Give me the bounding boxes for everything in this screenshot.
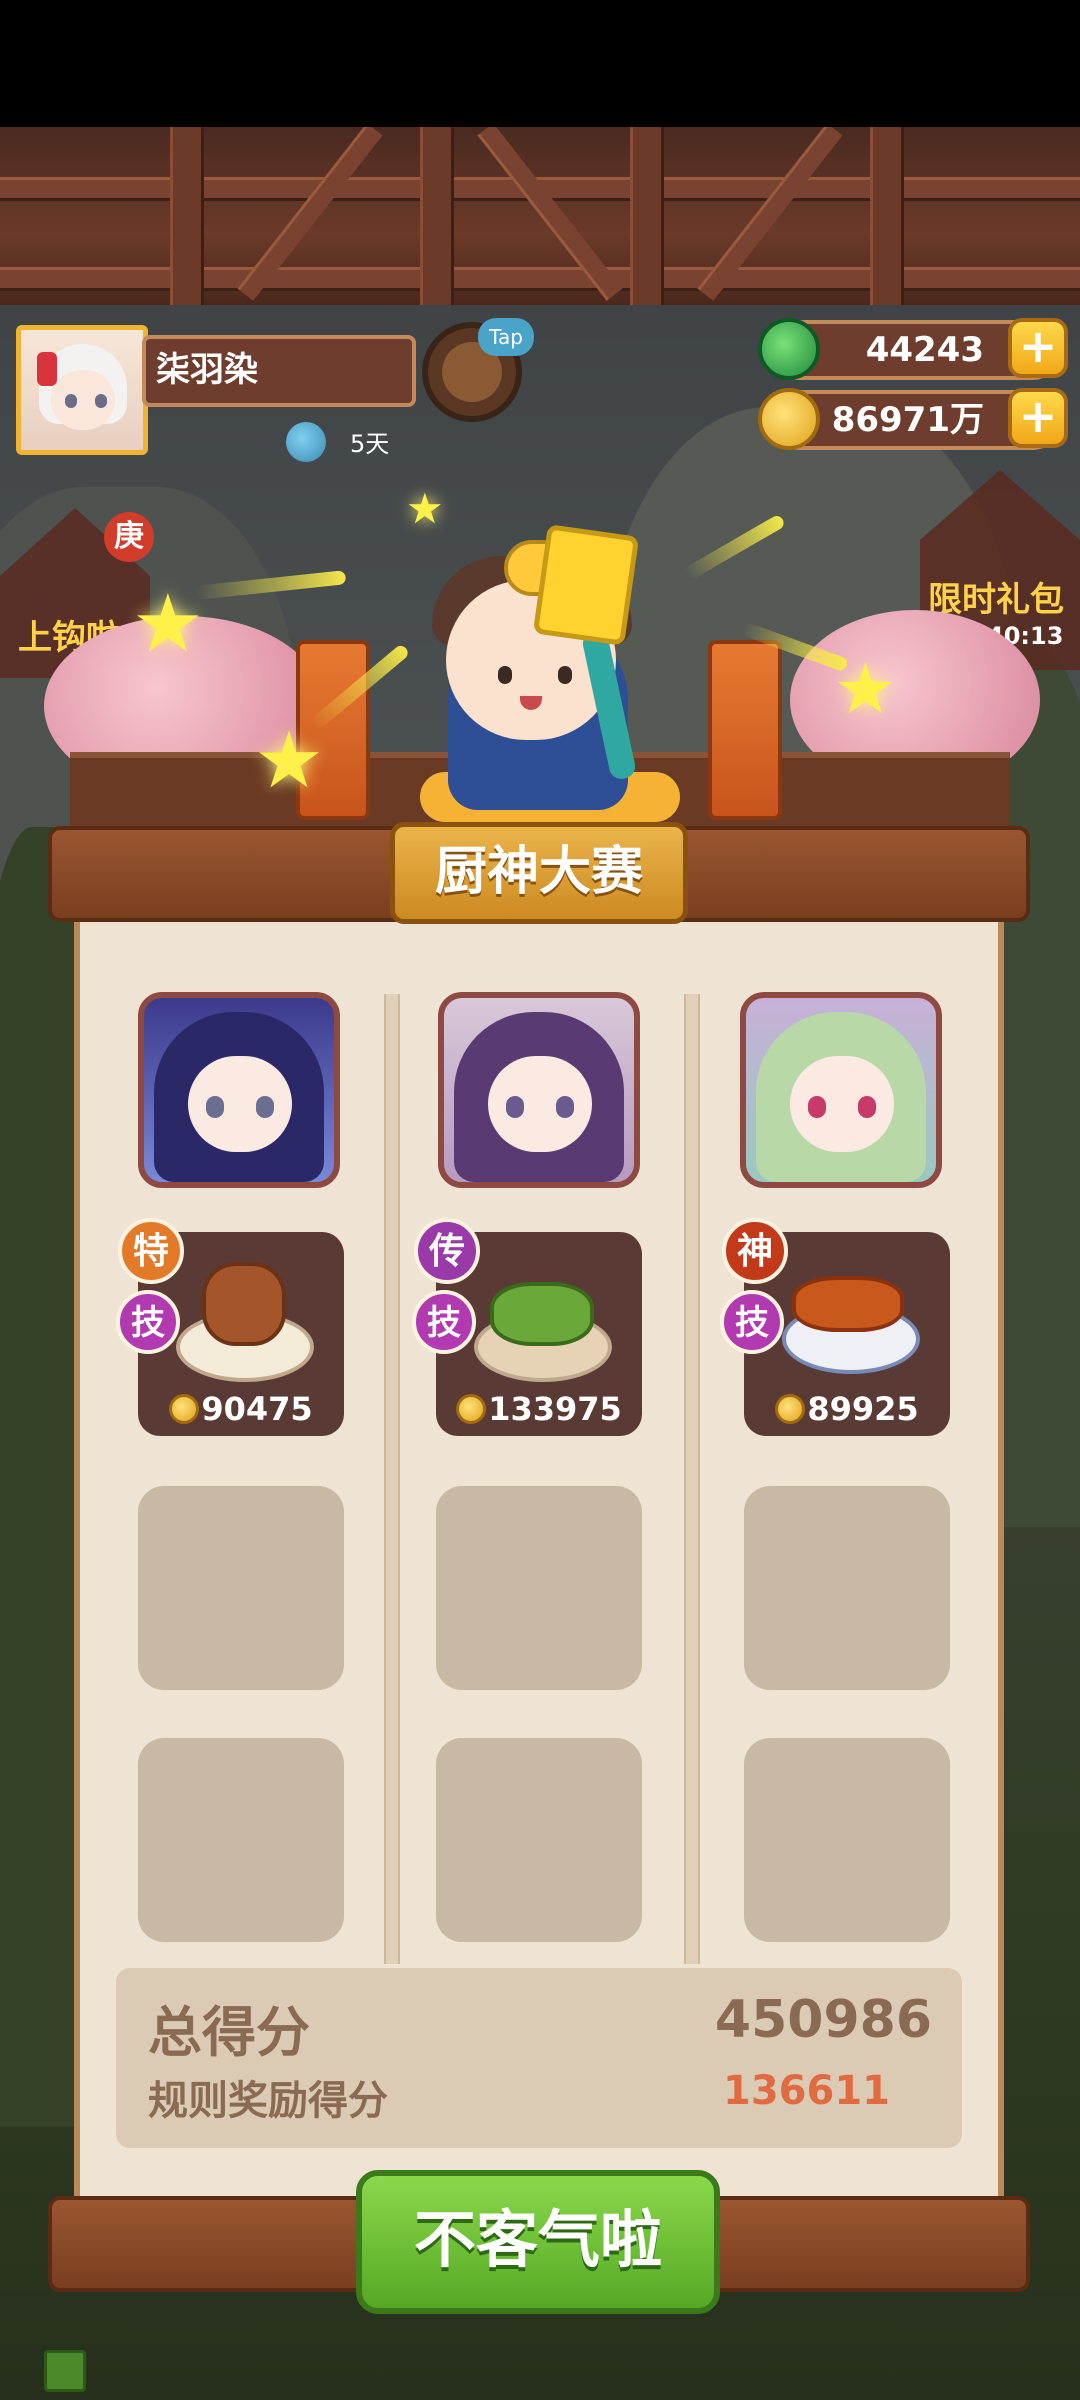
column-divider (684, 994, 700, 1964)
jade-value: 44243 (865, 330, 984, 370)
avatar-ribbon (37, 352, 57, 386)
chef-portrait-2[interactable] (438, 992, 640, 1188)
login-days-label: 5天 (350, 430, 390, 458)
coin-icon (758, 388, 820, 450)
coin-value: 86971万 (831, 400, 984, 440)
chef-portrait-1[interactable] (138, 992, 340, 1188)
spring-roll-dish-icon (490, 1282, 594, 1346)
skill-badge-3: 技 (720, 1290, 784, 1354)
empty-dish-slot[interactable] (436, 1738, 642, 1942)
player-name: 柒羽染 (142, 335, 416, 407)
portrait-face (790, 1056, 894, 1152)
roof-beam (0, 267, 1080, 291)
total-score-label: 总得分 (148, 2001, 310, 2064)
tap-badge: Tap (478, 318, 534, 356)
roof-post (630, 127, 664, 305)
roof-post (870, 127, 904, 305)
portrait-eye (858, 1096, 876, 1118)
dish-price-3: 89925 (744, 1390, 950, 1428)
portrait-eye (206, 1096, 224, 1118)
bonus-score-label: 规则奖励得分 (148, 2078, 388, 2124)
dish-price-2: 133975 (436, 1390, 642, 1428)
star-icon: ★ (254, 716, 324, 806)
coin-icon (775, 1394, 806, 1424)
empty-dish-slot[interactable] (744, 1738, 950, 1942)
portrait-face (488, 1056, 592, 1152)
add-coins-button[interactable]: + (1008, 388, 1068, 448)
event-left-badge: 庚 (104, 512, 154, 562)
chef-portrait-3[interactable] (740, 992, 942, 1188)
portrait-eye (556, 1096, 574, 1118)
empty-dish-slot[interactable] (138, 1486, 344, 1690)
rank-badge-3: 神 (722, 1218, 788, 1284)
login-days-icon (286, 422, 326, 462)
braised-pork-dish-icon (792, 1276, 904, 1332)
star-icon: ★ (132, 577, 204, 670)
skill-badge-1: 技 (116, 1290, 180, 1354)
star-icon: ★ (406, 484, 444, 533)
column-divider (384, 994, 400, 1964)
price-value: 133975 (488, 1390, 622, 1428)
total-score-value: 450986 (714, 1990, 932, 2050)
confirm-button[interactable]: 不客气啦 (356, 2170, 720, 2314)
dish-price-1: 90475 (138, 1390, 344, 1428)
pancake-dish-icon (202, 1262, 286, 1346)
golden-spatula-icon (532, 524, 640, 646)
rank-badge-2: 传 (414, 1218, 480, 1284)
rank-badge-1: 特 (118, 1218, 184, 1284)
portrait-eye (256, 1096, 274, 1118)
add-jade-button[interactable]: + (1008, 318, 1068, 378)
roof-beams (0, 127, 1080, 305)
empty-dish-slot[interactable] (744, 1486, 950, 1690)
menu-toggle[interactable] (44, 2350, 86, 2392)
avatar-eye (65, 394, 77, 408)
roof-post (170, 127, 204, 305)
empty-dish-slot[interactable] (436, 1486, 642, 1690)
chef-god-eye (558, 666, 572, 684)
coin-icon (456, 1394, 487, 1424)
price-value: 89925 (807, 1390, 919, 1428)
score-summary: 总得分 450986 规则奖励得分 136611 (116, 1968, 962, 2148)
contest-title: 厨神大赛 (390, 822, 688, 924)
avatar-eye (95, 394, 107, 408)
player-avatar[interactable] (16, 325, 148, 455)
lantern-pillar (708, 640, 782, 820)
empty-dish-slot[interactable] (138, 1738, 344, 1942)
roof-post (420, 127, 454, 305)
bonus-score-value: 136611 (723, 2068, 890, 2114)
chef-god-eye (498, 666, 512, 684)
skill-badge-2: 技 (412, 1290, 476, 1354)
portrait-eye (506, 1096, 524, 1118)
price-value: 90475 (201, 1390, 313, 1428)
jade-icon (758, 318, 820, 380)
portrait-eye (808, 1096, 826, 1118)
portrait-face (188, 1056, 292, 1152)
coin-icon (169, 1394, 200, 1424)
